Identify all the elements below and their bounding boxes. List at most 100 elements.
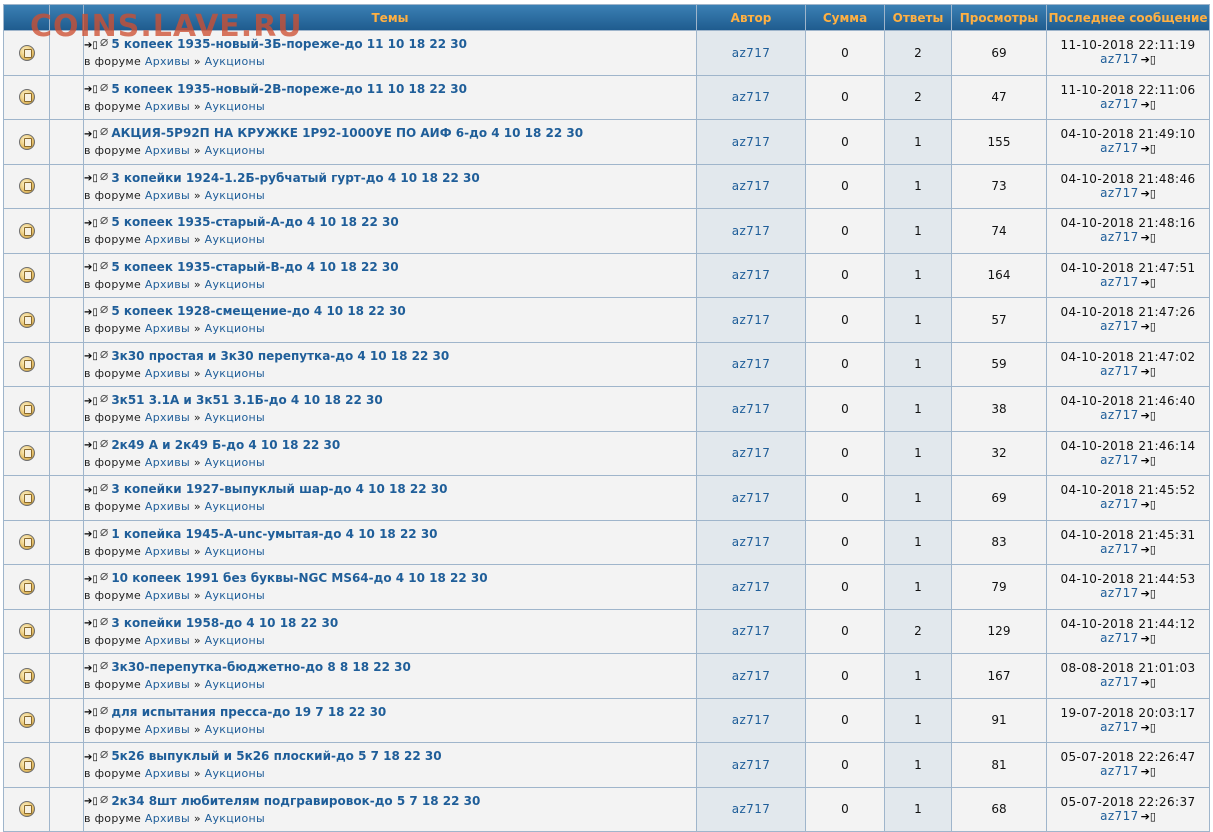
goto-first-unread-icon[interactable]: ➔▯ [84, 792, 98, 811]
author-link[interactable]: az717 [732, 669, 771, 683]
goto-first-unread-icon[interactable]: ➔▯ [84, 436, 98, 455]
goto-last-post-icon[interactable]: ➔▯ [1141, 632, 1156, 645]
header-author[interactable]: Автор [697, 5, 805, 30]
replies-count[interactable]: 1 [914, 491, 922, 505]
replies-count[interactable]: 1 [914, 313, 922, 327]
replies-count[interactable]: 1 [914, 402, 922, 416]
topic-title-link[interactable]: 3 копейки 1958-до 4 10 18 22 30 [111, 616, 338, 630]
forum-link[interactable]: Архивы [145, 411, 190, 424]
goto-last-post-icon[interactable]: ➔▯ [1141, 231, 1156, 244]
replies-count[interactable]: 1 [914, 758, 922, 772]
topic-title-link[interactable]: 5 копеек 1935-старый-А-до 4 10 18 22 30 [111, 215, 398, 229]
goto-first-unread-icon[interactable]: ➔▯ [84, 214, 98, 233]
goto-first-unread-icon[interactable]: ➔▯ [84, 125, 98, 144]
replies-count[interactable]: 2 [914, 46, 922, 60]
subforum-link[interactable]: Аукционы [205, 189, 265, 202]
goto-last-post-icon[interactable]: ➔▯ [1141, 409, 1156, 422]
forum-link[interactable]: Архивы [145, 678, 190, 691]
subforum-link[interactable]: Аукционы [205, 144, 265, 157]
goto-first-unread-icon[interactable]: ➔▯ [84, 392, 98, 411]
author-link[interactable]: az717 [732, 624, 771, 638]
topic-title-link[interactable]: 2к49 А и 2к49 Б-до 4 10 18 22 30 [111, 438, 340, 452]
goto-last-post-icon[interactable]: ➔▯ [1141, 276, 1156, 289]
topic-title-link[interactable]: 2к34 8шт любителям подгравировок-до 5 7 … [111, 794, 480, 808]
last-post-user-link[interactable]: az717 [1100, 186, 1139, 200]
author-link[interactable]: az717 [732, 580, 771, 594]
last-post-user-link[interactable]: az717 [1100, 141, 1139, 155]
last-post-user-link[interactable]: az717 [1100, 675, 1139, 689]
goto-last-post-icon[interactable]: ➔▯ [1141, 53, 1156, 66]
goto-last-post-icon[interactable]: ➔▯ [1141, 142, 1156, 155]
topic-title-link[interactable]: 5 копеек 1935-новый-3Б-пореже-до 11 10 1… [111, 37, 467, 51]
subforum-link[interactable]: Аукционы [205, 278, 265, 291]
goto-last-post-icon[interactable]: ➔▯ [1141, 543, 1156, 556]
last-post-user-link[interactable]: az717 [1100, 408, 1139, 422]
author-link[interactable]: az717 [732, 713, 771, 727]
goto-first-unread-icon[interactable]: ➔▯ [84, 80, 98, 99]
goto-last-post-icon[interactable]: ➔▯ [1141, 587, 1156, 600]
goto-first-unread-icon[interactable]: ➔▯ [84, 169, 98, 188]
forum-link[interactable]: Архивы [145, 189, 190, 202]
forum-link[interactable]: Архивы [145, 812, 190, 825]
topic-title-link[interactable]: 3 копейки 1927-выпуклый шар-до 4 10 18 2… [111, 482, 447, 496]
author-link[interactable]: az717 [732, 535, 771, 549]
last-post-user-link[interactable]: az717 [1100, 809, 1139, 823]
subforum-link[interactable]: Аукционы [205, 545, 265, 558]
goto-first-unread-icon[interactable]: ➔▯ [84, 570, 98, 589]
last-post-user-link[interactable]: az717 [1100, 764, 1139, 778]
last-post-user-link[interactable]: az717 [1100, 542, 1139, 556]
subforum-link[interactable]: Аукционы [205, 678, 265, 691]
forum-link[interactable]: Архивы [145, 500, 190, 513]
author-link[interactable]: az717 [732, 179, 771, 193]
forum-link[interactable]: Архивы [145, 322, 190, 335]
topic-title-link[interactable]: 3к30 простая и 3к30 перепутка-до 4 10 18… [111, 349, 449, 363]
header-sum[interactable]: Сумма [806, 5, 884, 30]
subforum-link[interactable]: Аукционы [205, 411, 265, 424]
forum-link[interactable]: Архивы [145, 456, 190, 469]
forum-link[interactable]: Архивы [145, 767, 190, 780]
replies-count[interactable]: 2 [914, 624, 922, 638]
author-link[interactable]: az717 [732, 268, 771, 282]
forum-link[interactable]: Архивы [145, 367, 190, 380]
replies-count[interactable]: 1 [914, 446, 922, 460]
replies-count[interactable]: 1 [914, 535, 922, 549]
subforum-link[interactable]: Аукционы [205, 723, 265, 736]
topic-title-link[interactable]: 10 копеек 1991 без буквы-NGC MS64-до 4 1… [111, 571, 487, 585]
goto-last-post-icon[interactable]: ➔▯ [1141, 365, 1156, 378]
subforum-link[interactable]: Аукционы [205, 589, 265, 602]
subforum-link[interactable]: Аукционы [205, 100, 265, 113]
header-topics[interactable]: Темы [84, 5, 696, 30]
subforum-link[interactable]: Аукционы [205, 233, 265, 246]
subforum-link[interactable]: Аукционы [205, 767, 265, 780]
replies-count[interactable]: 1 [914, 135, 922, 149]
goto-first-unread-icon[interactable]: ➔▯ [84, 703, 98, 722]
topic-title-link[interactable]: 5 копеек 1935-старый-В-до 4 10 18 22 30 [111, 260, 398, 274]
last-post-user-link[interactable]: az717 [1100, 364, 1139, 378]
topic-title-link[interactable]: для испытания пресса-до 19 7 18 22 30 [111, 705, 386, 719]
subforum-link[interactable]: Аукционы [205, 812, 265, 825]
author-link[interactable]: az717 [732, 224, 771, 238]
last-post-user-link[interactable]: az717 [1100, 52, 1139, 66]
goto-first-unread-icon[interactable]: ➔▯ [84, 258, 98, 277]
header-views[interactable]: Просмотры [952, 5, 1046, 30]
author-link[interactable]: az717 [732, 491, 771, 505]
subforum-link[interactable]: Аукционы [205, 500, 265, 513]
replies-count[interactable]: 1 [914, 224, 922, 238]
author-link[interactable]: az717 [732, 357, 771, 371]
subforum-link[interactable]: Аукционы [205, 322, 265, 335]
replies-count[interactable]: 2 [914, 90, 922, 104]
header-last-post[interactable]: Последнее сообщение [1047, 5, 1209, 30]
author-link[interactable]: az717 [732, 446, 771, 460]
subforum-link[interactable]: Аукционы [205, 456, 265, 469]
last-post-user-link[interactable]: az717 [1100, 720, 1139, 734]
goto-first-unread-icon[interactable]: ➔▯ [84, 303, 98, 322]
topic-title-link[interactable]: 3к51 3.1А и 3к51 3.1Б-до 4 10 18 22 30 [111, 393, 382, 407]
header-replies[interactable]: Ответы [885, 5, 951, 30]
replies-count[interactable]: 1 [914, 268, 922, 282]
goto-first-unread-icon[interactable]: ➔▯ [84, 659, 98, 678]
goto-first-unread-icon[interactable]: ➔▯ [84, 347, 98, 366]
topic-title-link[interactable]: 5 копеек 1935-новый-2В-пореже-до 11 10 1… [111, 82, 467, 96]
goto-first-unread-icon[interactable]: ➔▯ [84, 614, 98, 633]
replies-count[interactable]: 1 [914, 580, 922, 594]
forum-link[interactable]: Архивы [145, 233, 190, 246]
